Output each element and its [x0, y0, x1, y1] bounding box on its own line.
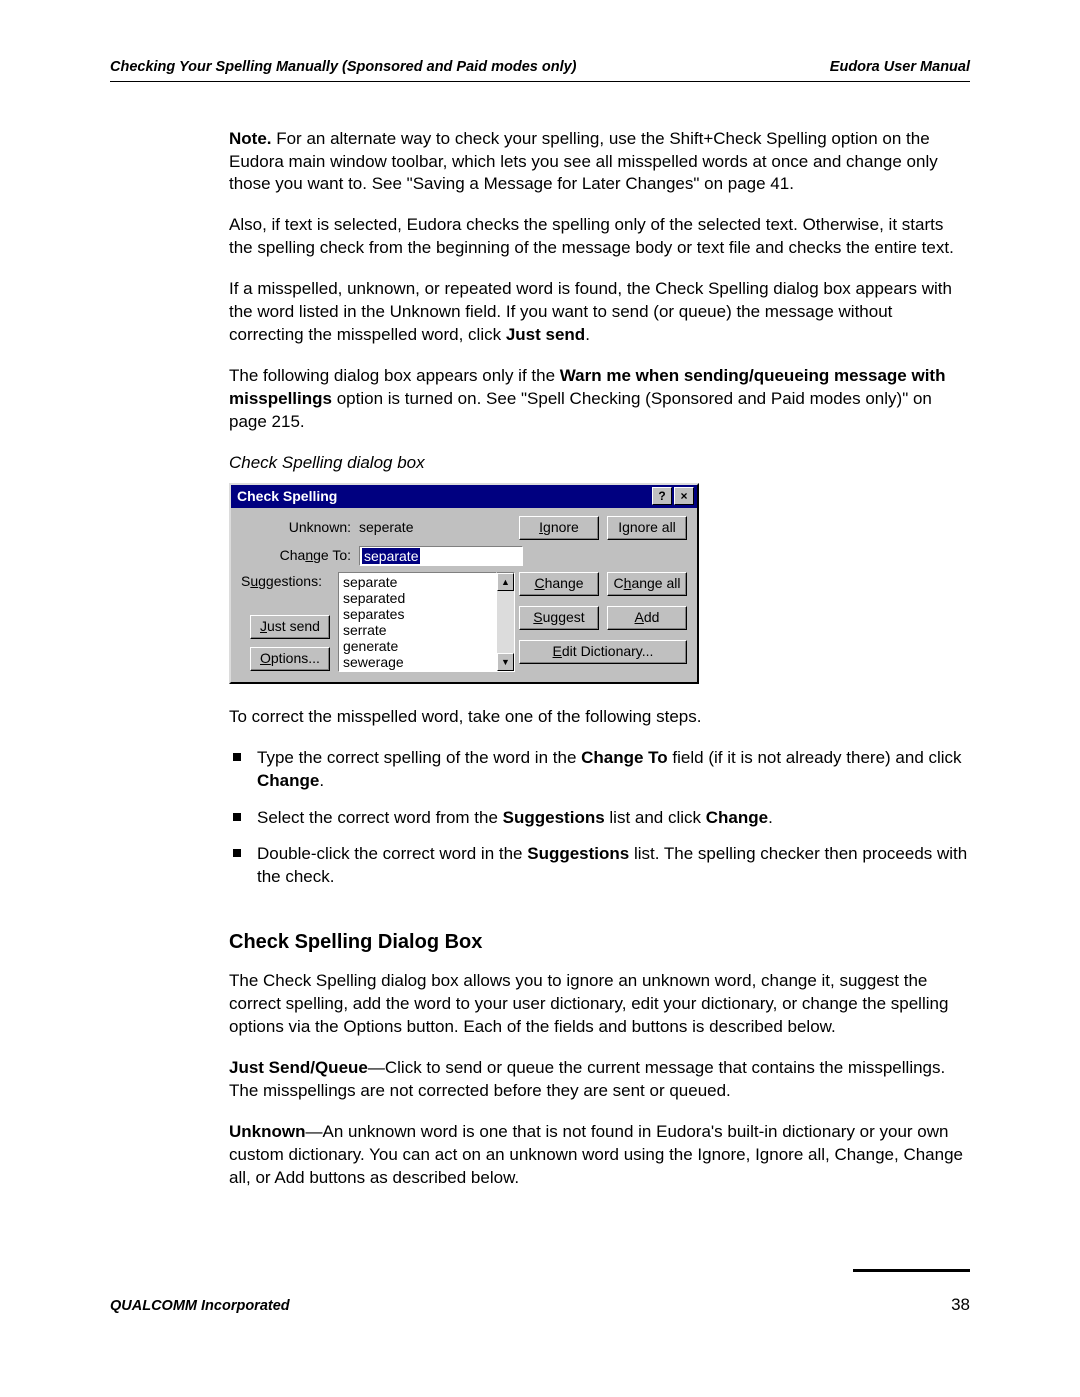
change-to-input[interactable]: separate: [359, 546, 523, 566]
dialog-caption: Check Spelling dialog box: [229, 452, 970, 475]
ignore-all-button[interactable]: Ignore all: [607, 516, 687, 540]
page-number: 38: [951, 1294, 970, 1317]
change-all-button[interactable]: Change all: [607, 572, 687, 596]
ignore-button[interactable]: Ignore: [519, 516, 599, 540]
page-header: Checking Your Spelling Manually (Sponsor…: [110, 58, 970, 82]
unknown-label: Unknown:: [241, 518, 359, 537]
paragraph-7: Unknown—An unknown word is one that is n…: [229, 1121, 970, 1190]
change-button[interactable]: Change: [519, 572, 599, 596]
list-item[interactable]: separates: [343, 606, 492, 622]
list-item[interactable]: generate: [343, 638, 492, 654]
list-item: Double-click the correct word in the Sug…: [247, 843, 970, 889]
page-footer: QUALCOMM Incorporated 38: [110, 1269, 970, 1317]
options-button[interactable]: Options...: [250, 647, 330, 671]
edit-dictionary-button[interactable]: Edit Dictionary...: [519, 640, 687, 664]
dialog-title: Check Spelling: [237, 487, 337, 506]
list-item[interactable]: serrate: [343, 622, 492, 638]
check-spelling-dialog: Check Spelling ? × Unknown: seperate Ign…: [229, 483, 699, 684]
list-item[interactable]: separated: [343, 590, 492, 606]
suggestions-label: Suggestions:: [241, 572, 330, 591]
note-paragraph: Note. For an alternate way to check your…: [229, 128, 970, 197]
scroll-up-icon[interactable]: ▲: [497, 573, 514, 591]
suggest-button[interactable]: Suggest: [519, 606, 599, 630]
paragraph-2: Also, if text is selected, Eudora checks…: [229, 214, 970, 260]
list-item[interactable]: separate: [343, 574, 492, 590]
section-heading: Check Spelling Dialog Box: [229, 929, 970, 956]
after-dialog-text: To correct the misspelled word, take one…: [229, 706, 970, 729]
header-right: Eudora User Manual: [830, 58, 970, 78]
paragraph-3: If a misspelled, unknown, or repeated wo…: [229, 278, 970, 347]
list-item[interactable]: sewerage: [343, 654, 492, 670]
scrollbar[interactable]: ▲ ▼: [497, 572, 515, 672]
change-to-label: Change To:: [241, 546, 359, 565]
unknown-value: seperate: [359, 518, 519, 537]
paragraph-5: The Check Spelling dialog box allows you…: [229, 970, 970, 1039]
footer-company: QUALCOMM Incorporated: [110, 1297, 290, 1317]
header-left: Checking Your Spelling Manually (Sponsor…: [110, 58, 577, 78]
add-button[interactable]: Add: [607, 606, 687, 630]
paragraph-6: Just Send/Queue—Click to send or queue t…: [229, 1057, 970, 1103]
help-icon[interactable]: ?: [652, 487, 672, 505]
dialog-titlebar: Check Spelling ? ×: [231, 485, 697, 508]
suggestions-listbox[interactable]: separate separated separates serrate gen…: [338, 572, 497, 672]
list-item: Select the correct word from the Suggest…: [247, 807, 970, 830]
scroll-down-icon[interactable]: ▼: [497, 653, 514, 671]
just-send-button[interactable]: Just send: [250, 615, 330, 639]
close-icon[interactable]: ×: [674, 487, 694, 505]
paragraph-4: The following dialog box appears only if…: [229, 365, 970, 434]
list-item: Type the correct spelling of the word in…: [247, 747, 970, 793]
